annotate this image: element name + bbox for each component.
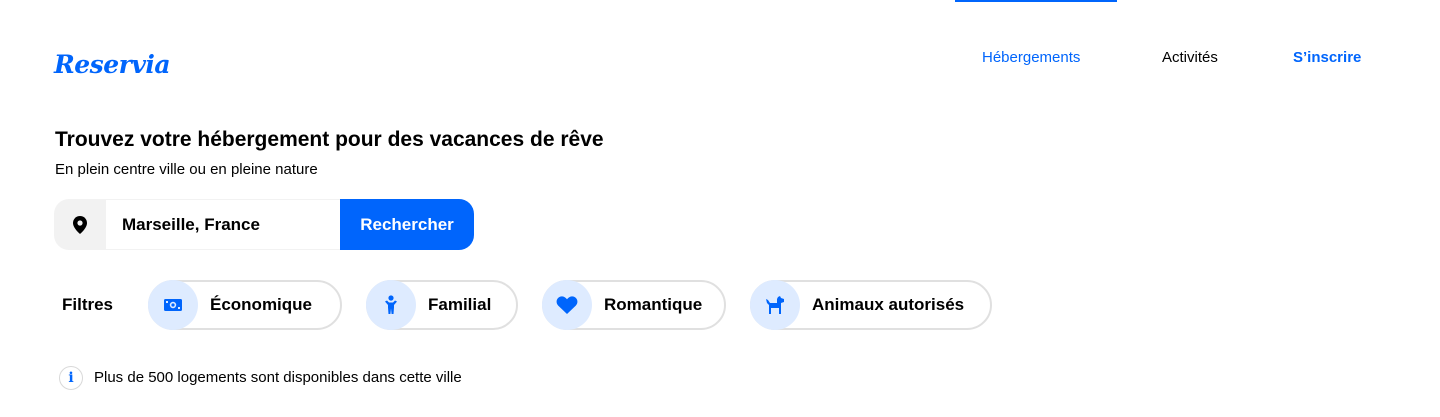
heart-icon <box>542 280 592 330</box>
filter-animaux[interactable]: Animaux autorisés <box>750 280 992 330</box>
filter-familial[interactable]: Familial <box>366 280 518 330</box>
search-button[interactable]: Rechercher <box>340 199 474 250</box>
info-text: Plus de 500 logements sont disponibles d… <box>94 369 462 386</box>
nav-hebergements[interactable]: Hébergements <box>982 48 1080 68</box>
info-icon: i <box>59 366 83 390</box>
child-icon <box>366 280 416 330</box>
filter-label: Animaux autorisés <box>812 295 965 314</box>
filter-economique[interactable]: Économique <box>148 280 342 330</box>
page-subtitle: En plein centre ville ou en pleine natur… <box>55 161 318 178</box>
logo[interactable]: Reservia <box>54 50 171 79</box>
info-notice: i Plus de 500 logements sont disponibles… <box>59 366 462 390</box>
search-input[interactable] <box>106 199 340 250</box>
active-nav-indicator <box>955 0 1117 2</box>
location-pin-icon <box>54 199 106 250</box>
nav-sinscrire[interactable]: S’inscrire <box>1293 48 1361 68</box>
search-bar: Rechercher <box>54 199 474 250</box>
filters-label: Filtres <box>62 295 114 314</box>
filter-romantique[interactable]: Romantique <box>542 280 726 330</box>
dog-icon <box>750 280 800 330</box>
page-title: Trouvez votre hébergement pour des vacan… <box>55 128 604 151</box>
nav-activites[interactable]: Activités <box>1162 48 1218 68</box>
filter-label: Économique <box>210 295 313 314</box>
filter-label: Familial <box>428 295 492 314</box>
money-icon <box>148 280 198 330</box>
filter-label: Romantique <box>604 295 703 314</box>
